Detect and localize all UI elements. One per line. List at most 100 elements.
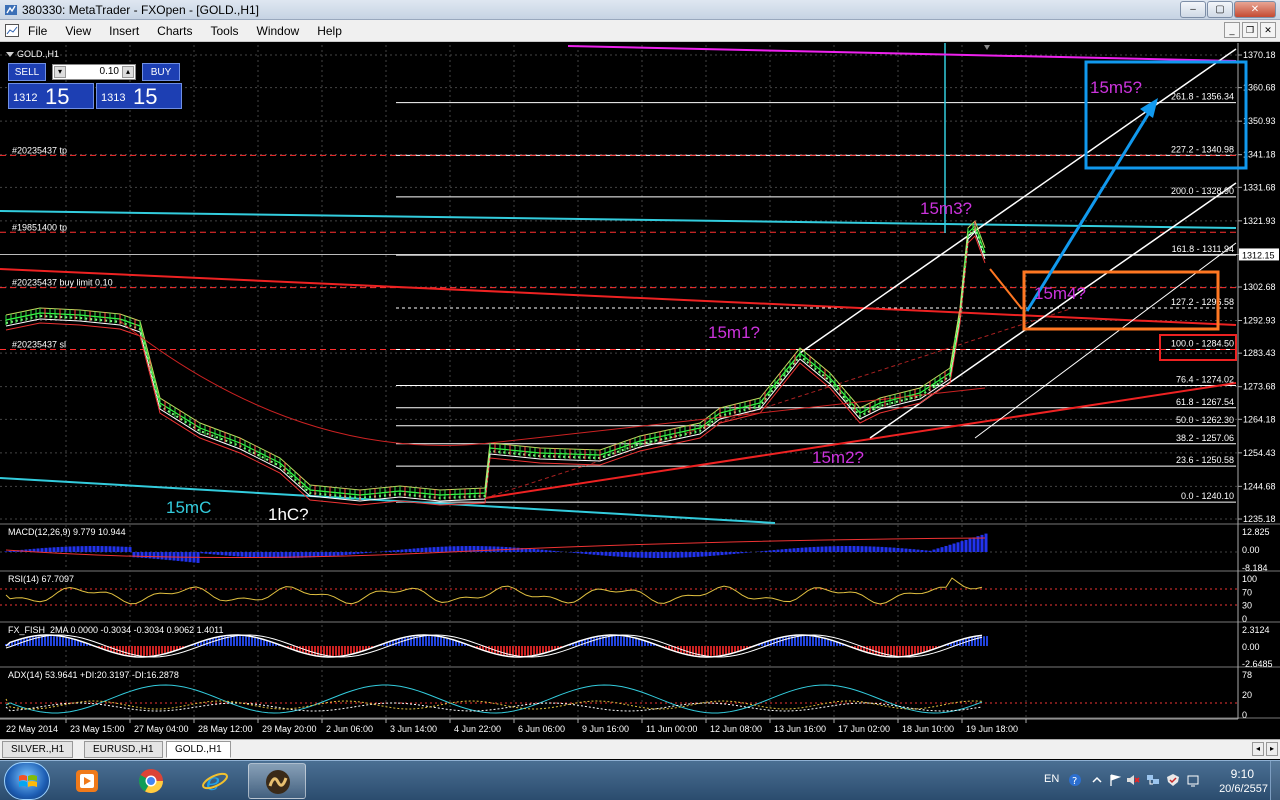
price-axis-label: 1370.18 <box>1243 50 1276 60</box>
chart-restore-button[interactable]: ❐ <box>1242 22 1258 38</box>
metatrader-window: 380330: MetaTrader - FXOpen - [GOLD.,H1]… <box>0 0 1280 800</box>
price-chart-canvas[interactable]: 1370.18 1360.68 1350.93 1341.18 1331.68 1321.… <box>0 43 1280 738</box>
price-axis-label: 1341.18 <box>1243 150 1276 160</box>
chart-close-button[interactable]: ✕ <box>1260 22 1276 38</box>
time-axis-label: 13 Jun 16:00 <box>774 724 826 734</box>
minimize-button[interactable]: – <box>1180 1 1206 18</box>
taskbar-internet-explorer[interactable]: e <box>186 763 244 799</box>
tab-silver-h1[interactable]: SILVER.,H1 <box>2 741 74 758</box>
fx-fish-axis-label: 0.00 <box>1242 642 1260 652</box>
clock-date[interactable]: 20/6/2557 <box>1219 783 1268 795</box>
menu-view[interactable]: View <box>65 24 100 38</box>
taskbar-chrome[interactable] <box>122 763 180 799</box>
taskbar-metatrader[interactable] <box>248 763 306 799</box>
close-button[interactable]: ✕ <box>1234 1 1276 18</box>
time-axis-label: 4 Jun 22:00 <box>454 724 501 734</box>
title-bar[interactable]: 380330: MetaTrader - FXOpen - [GOLD.,H1]… <box>0 0 1280 20</box>
price-axis-label: 1350.93 <box>1243 116 1276 126</box>
clock-time[interactable]: 9:10 <box>1231 767 1254 781</box>
price-axis-label: 1273.68 <box>1243 382 1276 392</box>
time-axis-label: 6 Jun 06:00 <box>518 724 565 734</box>
wave-label-15m5: 15m5? <box>1090 78 1142 97</box>
time-axis-label: 22 May 2014 <box>6 724 58 734</box>
wave-label-15m2: 15m2? <box>812 448 864 467</box>
price-axis-label: 1283.43 <box>1243 348 1276 358</box>
projection-arrow-head <box>1140 98 1158 118</box>
wave-label-15mc: 15mC <box>166 498 211 517</box>
start-button[interactable] <box>4 762 50 800</box>
macd-label: MACD(12,26,9) 9.779 10.944 <box>8 527 126 537</box>
tab-eurusd-h1[interactable]: EURUSD.,H1 <box>84 741 163 758</box>
rsi-axis-label: 0 <box>1242 614 1247 624</box>
windows-taskbar: e EN ? 9:10 20/6/2557 <box>0 760 1280 800</box>
price-axis-label: 1244.68 <box>1243 481 1276 491</box>
chart-window-icon[interactable] <box>5 24 19 37</box>
order-line-label: #19851400 tp <box>12 222 67 232</box>
menu-charts[interactable]: Charts <box>157 24 201 38</box>
time-axis-label: 27 May 04:00 <box>134 724 189 734</box>
symbol-text: GOLD.,H1 <box>17 49 60 59</box>
menu-tools[interactable]: Tools <box>211 24 248 38</box>
menu-window[interactable]: Window <box>257 24 309 38</box>
buy-price-prefix: 1313 <box>101 92 126 104</box>
menu-insert[interactable]: Insert <box>109 24 148 38</box>
fib-level-label: 161.8 - 1311.94 <box>1172 244 1234 254</box>
tab-scroll-left-icon[interactable]: ◂ <box>1252 742 1264 756</box>
adx-minus-di-line <box>5 698 983 710</box>
internet-explorer-icon: e <box>202 768 228 795</box>
order-line-label: #20235437 buy limit 0.10 <box>12 278 113 288</box>
projection-arrow-line <box>1025 107 1154 312</box>
wave-label-15m1: 15m1? <box>708 323 760 342</box>
show-desktop-button[interactable] <box>1270 761 1280 800</box>
show-hidden-icons-icon[interactable] <box>1090 773 1104 787</box>
media-player-icon <box>76 770 98 792</box>
security-icon[interactable] <box>1166 773 1180 787</box>
fx-fish-axis-label: 2.3124 <box>1242 625 1270 635</box>
adx-plus-di-line <box>5 702 983 712</box>
taskbar-media-player[interactable] <box>58 763 116 799</box>
rsi-line <box>5 577 983 605</box>
lot-decrease-icon[interactable]: ▾ <box>54 66 66 78</box>
chart-area[interactable]: 1370.18 1360.68 1350.93 1341.18 1331.68 1321.… <box>0 43 1280 738</box>
maximize-button[interactable]: ▢ <box>1207 1 1233 18</box>
sell-button[interactable]: SELL <box>8 63 46 81</box>
red-uptrend-line <box>484 382 1237 499</box>
order-line-label: #20235437 tp <box>12 145 67 155</box>
menu-file[interactable]: File <box>28 24 56 38</box>
rsi-label: RSI(14) 67.7097 <box>8 574 74 584</box>
fx-fish-axis-label: -2.6485 <box>1242 659 1273 669</box>
macd-axis-label: 0.00 <box>1242 545 1260 555</box>
lot-increase-icon[interactable]: ▴ <box>122 66 134 78</box>
sell-price-pips: 15 <box>45 84 70 109</box>
flag-notification-icon[interactable] <box>1108 773 1122 787</box>
lot-size-input[interactable]: ▾ 0.10 ▴ <box>52 64 136 80</box>
window-title: 380330: MetaTrader - FXOpen - [GOLD.,H1] <box>22 3 259 17</box>
time-axis-label: 28 May 12:00 <box>198 724 253 734</box>
help-icon[interactable]: ? <box>1068 773 1082 787</box>
device-icon[interactable] <box>1186 773 1200 787</box>
volume-muted-icon[interactable] <box>1126 773 1140 787</box>
sell-price-quote[interactable]: 1312 15 <box>8 83 94 109</box>
time-axis-label: 12 Jun 08:00 <box>710 724 762 734</box>
svg-text:e: e <box>206 768 220 795</box>
chart-minimize-button[interactable]: _ <box>1224 22 1240 38</box>
tab-gold-h1[interactable]: GOLD.,H1 <box>166 741 231 758</box>
language-indicator[interactable]: EN <box>1044 773 1059 785</box>
tab-scroll-right-icon[interactable]: ▸ <box>1266 742 1278 756</box>
price-axis-label: 1264.18 <box>1243 414 1276 424</box>
rsi-axis-label: 100 <box>1242 574 1257 584</box>
buy-button[interactable]: BUY <box>142 63 180 81</box>
fib-level-label: 76.4 - 1274.02 <box>1176 375 1234 385</box>
network-icon[interactable] <box>1146 773 1160 787</box>
magenta-line <box>567 45 1237 62</box>
chart-shift-marker <box>984 45 990 50</box>
adx-axis-label: 78 <box>1242 670 1252 680</box>
price-axis-label: 1292.93 <box>1243 316 1276 326</box>
time-axis-label: 23 May 15:00 <box>70 724 125 734</box>
rsi-axis-label: 70 <box>1242 587 1252 597</box>
menu-help[interactable]: Help <box>317 24 351 38</box>
time-axis-label: 17 Jun 02:00 <box>838 724 890 734</box>
buy-price-quote[interactable]: 1313 15 <box>96 83 182 109</box>
macd-axis-label: -8.184 <box>1242 563 1268 573</box>
cyan-resistance-line <box>0 210 1237 229</box>
